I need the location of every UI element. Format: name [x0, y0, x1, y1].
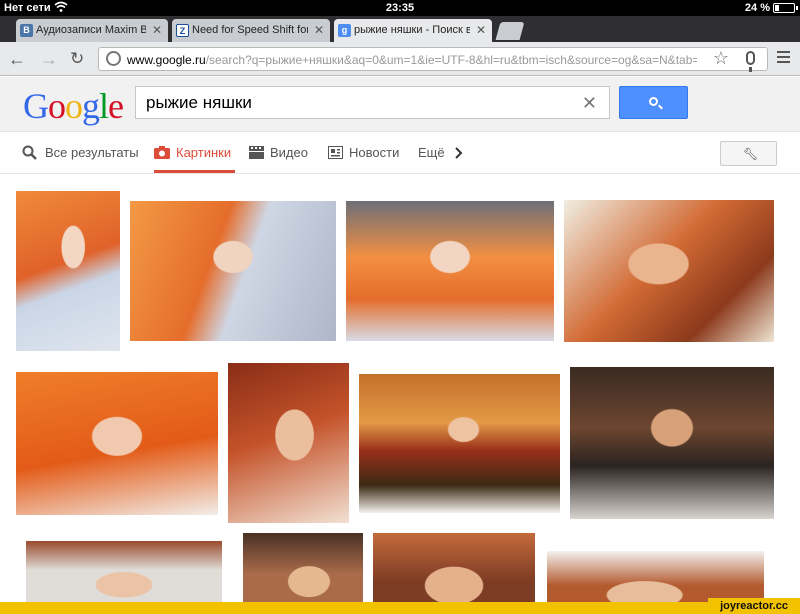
close-icon[interactable]: ✕	[314, 23, 324, 37]
image-results-grid	[0, 175, 800, 614]
image-result[interactable]	[228, 363, 349, 523]
url-text[interactable]: www.google.ru/search?q=рыжие+няшки&aq=0&…	[127, 53, 697, 67]
camera-icon	[154, 146, 170, 159]
back-icon[interactable]: ←	[8, 49, 26, 69]
chevron-right-icon[interactable]	[455, 147, 463, 159]
tab-title: Need for Speed Shift for iPa	[192, 24, 308, 36]
forward-icon[interactable]: →	[40, 49, 58, 69]
google-logo[interactable]: Google	[23, 85, 124, 127]
browser-toolbar: ← → ↻ www.google.ru/search?q=рыжие+няшки…	[0, 42, 800, 76]
image-result[interactable]	[130, 201, 336, 341]
vk-icon: B	[20, 24, 33, 37]
battery-icon	[773, 3, 798, 13]
tab-images[interactable]: Картинки	[153, 145, 236, 173]
image-result[interactable]	[16, 191, 120, 351]
status-bar: Нет сети 23:35 24 %	[0, 0, 800, 16]
tab-all-results[interactable]: Все результаты	[45, 145, 139, 160]
image-result[interactable]	[16, 372, 218, 515]
address-bar[interactable]: www.google.ru/search?q=рыжие+няшки&aq=0&…	[98, 47, 768, 72]
search-box: ✕	[135, 86, 610, 119]
search-icon	[649, 97, 658, 106]
watermark-label: joyreactor.cc	[708, 598, 800, 614]
close-icon[interactable]: ✕	[476, 23, 486, 37]
url-domain: www.google.ru	[127, 53, 206, 67]
film-icon	[249, 146, 264, 159]
url-path: /search?q=рыжие+няшки&aq=0&um=1&ie=UTF-8…	[205, 53, 697, 67]
search-tools-button[interactable]: 🔧︎	[720, 141, 777, 166]
google-header: Google ✕	[0, 77, 800, 132]
tab-more[interactable]: Ещё	[418, 145, 445, 160]
category-bar: Все результаты Картинки Видео Новости Ещ…	[0, 132, 800, 174]
menu-icon[interactable]	[777, 51, 790, 66]
clear-icon[interactable]: ✕	[582, 93, 597, 114]
image-result[interactable]	[346, 201, 554, 341]
search-icon	[22, 145, 37, 160]
image-result[interactable]	[564, 200, 774, 342]
microphone-icon[interactable]	[746, 51, 755, 72]
clock: 23:35	[385, 2, 415, 14]
image-result[interactable]	[570, 367, 774, 519]
newspaper-icon	[328, 146, 343, 159]
tab-video[interactable]: Видео	[270, 145, 308, 160]
tab-strip: B Аудиозаписи Maxim Bogd ✕ Z Need for Sp…	[0, 16, 800, 42]
screen: Нет сети 23:35 24 % B Аудиозаписи Maxim …	[0, 0, 800, 614]
tab-audio[interactable]: B Аудиозаписи Maxim Bogd ✕	[16, 19, 168, 42]
search-button[interactable]	[619, 86, 688, 119]
bookmark-star-icon[interactable]: ☆	[713, 48, 729, 69]
page-icon: Z	[176, 24, 189, 37]
globe-icon	[106, 51, 121, 66]
tab-google-search[interactable]: g рыжие няшки - Поиск в G ✕	[334, 19, 492, 42]
tab-nfs[interactable]: Z Need for Speed Shift for iPa ✕	[172, 19, 330, 42]
tab-title: рыжие няшки - Поиск в G	[354, 24, 470, 36]
image-result[interactable]	[359, 374, 560, 513]
battery-percent: 24 %	[744, 2, 770, 14]
google-icon: g	[338, 24, 351, 37]
new-tab-button[interactable]	[495, 22, 525, 40]
reload-icon[interactable]: ↻	[70, 49, 84, 69]
wrench-icon: 🔧︎	[743, 147, 759, 161]
close-icon[interactable]: ✕	[152, 23, 162, 37]
tab-title: Аудиозаписи Maxim Bogd	[36, 24, 146, 36]
watermark-strip	[0, 602, 708, 614]
search-input[interactable]	[146, 91, 566, 115]
tab-news[interactable]: Новости	[349, 145, 399, 160]
